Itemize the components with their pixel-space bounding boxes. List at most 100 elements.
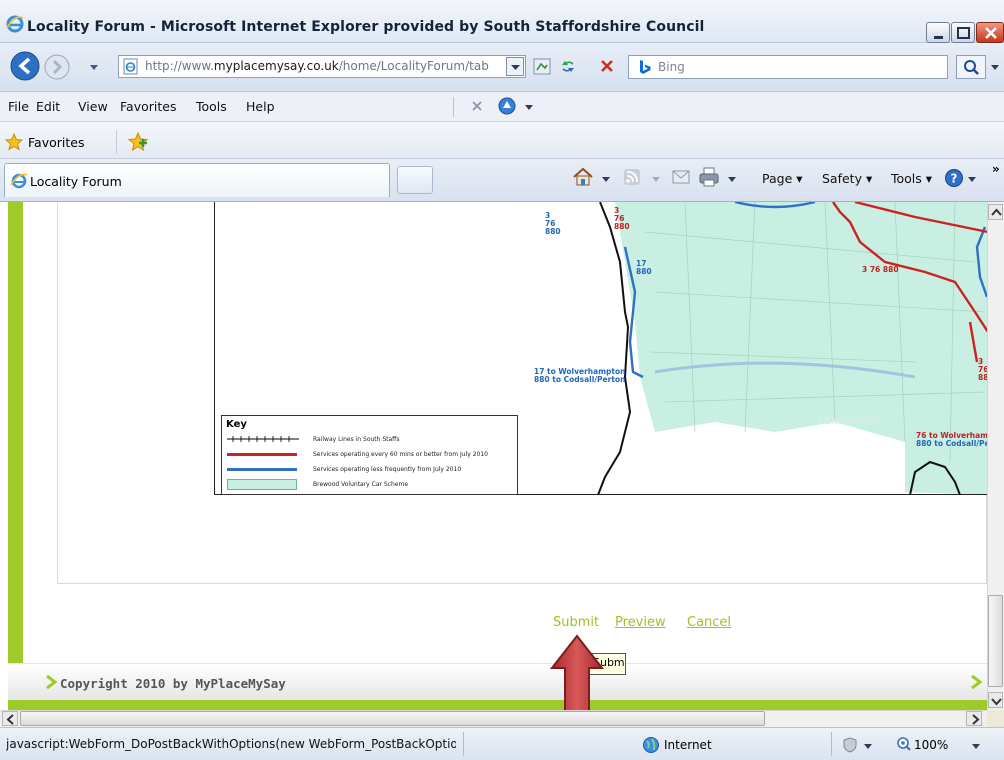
search-icon xyxy=(964,60,979,75)
map-place-label: PENDEFORD xyxy=(818,417,881,427)
print-icon[interactable] xyxy=(698,166,720,188)
scroll-down-button[interactable] xyxy=(988,692,1003,708)
key-label-red: Services operating every 60 mins or bett… xyxy=(313,451,488,458)
menu-favorites[interactable]: Favorites xyxy=(120,99,176,114)
scroll-up-button[interactable] xyxy=(988,204,1003,220)
preview-link[interactable]: Preview xyxy=(615,615,666,630)
compatibility-view-icon[interactable] xyxy=(532,56,552,77)
ie-page-icon xyxy=(10,173,28,189)
refresh-icon[interactable] xyxy=(558,56,578,77)
tools-menu[interactable]: Tools ▾ xyxy=(891,171,932,186)
key-scheme-swatch xyxy=(227,479,297,490)
route-label-top-red: 3 76 880 xyxy=(614,206,630,231)
menu-file[interactable]: File xyxy=(8,99,29,114)
cancel-link[interactable]: Cancel xyxy=(687,615,731,630)
bing-logo-icon xyxy=(637,59,653,75)
svg-text:?: ? xyxy=(951,172,958,186)
print-dropdown-icon[interactable] xyxy=(728,175,736,183)
key-label-railway: Railway Lines in South Staffs xyxy=(313,436,400,443)
chevron-left-icon xyxy=(6,714,14,725)
scroll-left-button[interactable] xyxy=(2,711,18,726)
chevron-right-icon xyxy=(972,714,980,725)
key-red-line xyxy=(227,453,297,456)
key-railway-line xyxy=(227,436,299,442)
scroll-right-button[interactable] xyxy=(966,711,982,726)
home-icon[interactable] xyxy=(572,166,594,188)
recent-pages-dropdown-icon[interactable] xyxy=(88,61,100,73)
route-label-mid-red: 3 76 880 xyxy=(862,265,899,274)
scrollbar-corner xyxy=(987,710,1004,727)
accelerator-icon[interactable] xyxy=(497,96,517,116)
copyright-text: Copyright 2010 by MyPlaceMySay xyxy=(60,676,286,691)
zoom-icon[interactable] xyxy=(896,736,912,752)
home-dropdown-icon[interactable] xyxy=(602,175,610,183)
chevron-down-icon xyxy=(991,698,1002,706)
route-label-top: 3 76 880 xyxy=(545,211,561,236)
tab-label: Locality Forum xyxy=(30,174,122,189)
address-dropdown-button[interactable] xyxy=(506,57,524,76)
forward-button[interactable] xyxy=(44,54,70,80)
submit-link[interactable]: Submit xyxy=(553,615,599,630)
chevron-down-icon xyxy=(511,65,520,70)
more-commands-chevron[interactable]: » xyxy=(992,162,1000,176)
menu-view[interactable]: View xyxy=(78,99,108,114)
stop-icon[interactable] xyxy=(597,56,617,77)
footer-green-strip xyxy=(8,700,987,710)
horizontal-scroll-thumb[interactable] xyxy=(20,711,765,726)
close-toolbar-icon[interactable] xyxy=(470,99,484,113)
chevron-up-icon xyxy=(991,208,1002,216)
status-separator xyxy=(463,732,464,756)
status-text: javascript:WebForm_DoPostBackWithOptions… xyxy=(6,737,456,751)
zoom-level[interactable]: 100% xyxy=(914,738,948,752)
maximize-button[interactable] xyxy=(951,22,975,43)
chevron-right-icon xyxy=(971,674,983,690)
safety-menu[interactable]: Safety ▾ xyxy=(822,171,872,186)
minimize-icon xyxy=(934,36,943,39)
route-label-wolverhampton: 17 to Wolverhampton 880 to Codsall/Perton xyxy=(534,367,626,384)
security-zone-label[interactable]: Internet xyxy=(664,738,712,752)
favorites-star-icon xyxy=(5,133,23,151)
close-window-button[interactable] xyxy=(976,22,1004,43)
window-title: Locality Forum - Microsoft Internet Expl… xyxy=(27,19,705,35)
read-mail-icon[interactable] xyxy=(672,169,690,185)
new-tab-button[interactable] xyxy=(397,166,433,194)
address-url: http://www.myplacemysay.co.uk/home/Local… xyxy=(145,59,489,73)
accelerator-dropdown-icon[interactable] xyxy=(524,102,534,112)
ie-logo-icon xyxy=(6,15,24,33)
map-key-title: Key xyxy=(226,419,247,430)
protected-mode-dropdown-icon[interactable] xyxy=(864,742,872,750)
protected-mode-icon[interactable] xyxy=(842,737,858,753)
back-button[interactable] xyxy=(10,51,40,81)
favorites-button[interactable]: Favorites xyxy=(28,135,84,150)
status-separator xyxy=(831,732,832,756)
maximize-icon xyxy=(957,27,970,39)
key-label-blue: Services operating less frequently from … xyxy=(313,466,462,473)
search-options-dropdown-icon[interactable] xyxy=(988,60,1002,74)
menu-help[interactable]: Help xyxy=(246,99,275,114)
route-label-left: 17 880 xyxy=(636,259,652,276)
search-placeholder: Bing xyxy=(658,60,685,74)
internet-zone-globe-icon xyxy=(643,737,659,753)
page-menu[interactable]: Page ▾ xyxy=(762,171,803,186)
favorites-separator xyxy=(116,130,117,154)
help-dropdown-icon[interactable] xyxy=(968,175,976,183)
minimize-button[interactable] xyxy=(926,22,950,43)
menu-edit[interactable]: Edit xyxy=(36,99,60,114)
route-label-right-bottom: 76 to Wolverhamp 880 to Codsall/Pe xyxy=(916,431,994,448)
zoom-dropdown-icon[interactable] xyxy=(972,742,980,750)
key-label-scheme: Brewood Voluntary Car Scheme xyxy=(313,481,409,488)
page-icon xyxy=(123,58,138,75)
help-icon[interactable]: ? xyxy=(944,168,964,188)
key-blue-line xyxy=(227,468,297,471)
favorites-bar xyxy=(0,122,1004,159)
feeds-dropdown-icon[interactable] xyxy=(652,175,660,183)
feeds-icon[interactable] xyxy=(623,168,641,186)
vertical-scroll-thumb[interactable] xyxy=(988,595,1003,687)
search-button[interactable] xyxy=(956,55,986,79)
toolbar-separator xyxy=(453,97,454,117)
chevron-right-icon xyxy=(46,674,58,690)
menu-tools[interactable]: Tools xyxy=(196,99,227,114)
page-green-border xyxy=(8,202,23,710)
add-to-favorites-icon[interactable] xyxy=(126,130,150,154)
close-icon xyxy=(985,27,997,39)
